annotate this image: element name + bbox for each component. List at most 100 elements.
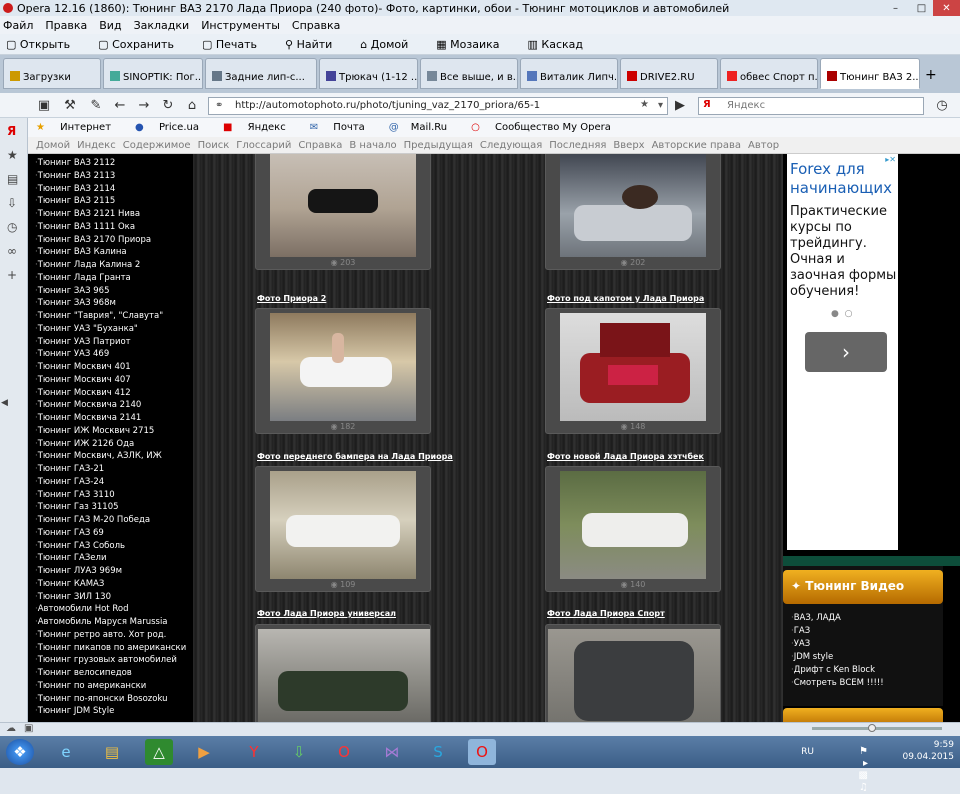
category-link[interactable]: Тюнинг ЗАЗ 965	[28, 285, 193, 298]
tab-tryukach[interactable]: Трюкач (1-12 ...	[319, 58, 418, 89]
tab-vitalik[interactable]: Виталик Липч...	[520, 58, 618, 89]
notes-panel-icon[interactable]: ▤	[7, 172, 18, 186]
photo-card[interactable]: ◉ 182	[255, 308, 431, 434]
photo-card[interactable]: ◉ 148	[545, 308, 721, 434]
category-link[interactable]: Тюнинг велосипедов	[28, 667, 193, 680]
menu-help[interactable]: Справка	[292, 19, 340, 32]
category-link[interactable]: Тюнинг ВАЗ 2113	[28, 170, 193, 183]
category-link[interactable]: Тюнинг ГАЗ 69	[28, 527, 193, 540]
menu-edit[interactable]: Правка	[45, 19, 87, 32]
category-link[interactable]: Тюнинг ВАЗ 2114	[28, 183, 193, 196]
language-indicator[interactable]: RU	[801, 746, 814, 758]
history-panel-icon[interactable]: ◷	[7, 220, 17, 234]
bookmark-mail[interactable]: ✉ Почта	[310, 122, 377, 133]
photo-caption[interactable]: Фото новой Лада Приора хэтчбек	[547, 452, 704, 461]
nav-link-index[interactable]: Индекс	[77, 140, 116, 151]
adchoices-icon[interactable]: ▸✕	[885, 155, 896, 164]
category-link[interactable]: Тюнинг ИЖ Москвич 2715	[28, 425, 193, 438]
bookmark-mailru[interactable]: @ Mail.Ru	[389, 122, 459, 133]
photo-card[interactable]: ◉ 202	[545, 154, 721, 270]
photo-caption[interactable]: Фото под капотом у Лада Приора	[547, 294, 704, 303]
nav-link-search[interactable]: Поиск	[198, 140, 230, 151]
player-icon[interactable]: ▶	[190, 739, 218, 765]
home-icon[interactable]: ⌂	[184, 98, 200, 113]
menu-file[interactable]: Файл	[3, 19, 33, 32]
menu-tools[interactable]: Инструменты	[201, 19, 280, 32]
nav-link-contents[interactable]: Содержимое	[123, 140, 191, 151]
nav-link-next[interactable]: Следующая	[480, 140, 542, 151]
category-link[interactable]: Тюнинг ЗИЛ 130	[28, 591, 193, 604]
nav-link-glossary[interactable]: Глоссарий	[236, 140, 291, 151]
category-link[interactable]: Тюнинг ГАЗ-24	[28, 476, 193, 489]
video-link[interactable]: УАЗ	[791, 638, 884, 651]
dropdown-icon[interactable]: ▾	[658, 100, 663, 111]
nav-link-first[interactable]: В начало	[349, 140, 396, 151]
explorer-icon[interactable]: ▤	[98, 739, 126, 765]
category-link[interactable]: Тюнинг ЛУАЗ 969м	[28, 565, 193, 578]
tab-vse-vyshe[interactable]: Все выше, и в...	[420, 58, 518, 89]
nav-link-author[interactable]: Автор	[748, 140, 779, 151]
ad-next-button[interactable]: ›	[805, 332, 887, 372]
star-icon[interactable]: ★	[640, 99, 649, 110]
tab-downloads[interactable]: Загрузки	[3, 58, 101, 89]
category-link[interactable]: Тюнинг Москвич, АЗЛК, ИЖ	[28, 450, 193, 463]
photo-image[interactable]	[548, 629, 720, 722]
category-link[interactable]: Тюнинг ИЖ 2126 Ода	[28, 438, 193, 451]
downloader-icon[interactable]: ⇩	[285, 739, 313, 765]
skype-icon[interactable]: S	[424, 739, 452, 765]
category-link[interactable]: Автомобиль Маруся Marussia	[28, 616, 193, 629]
bookmark-internet[interactable]: ★ Интернет	[36, 122, 123, 133]
open-button[interactable]: ▢ Открыть	[6, 38, 84, 51]
bookmark-yandex[interactable]: ■ Яндекс	[223, 122, 298, 133]
category-link[interactable]: Тюнинг ГАЗ Соболь	[28, 540, 193, 553]
category-link[interactable]: Тюнинг ГАЗели	[28, 552, 193, 565]
collapse-arrow-icon[interactable]: ◀	[1, 398, 8, 408]
photo-image[interactable]	[560, 313, 706, 421]
category-link[interactable]: Тюнинг ВАЗ 2170 Приора	[28, 234, 193, 247]
category-link[interactable]: Тюнинг УАЗ 469	[28, 348, 193, 361]
menu-bookmarks[interactable]: Закладки	[134, 19, 190, 32]
cascade-button[interactable]: ▥ Каскад	[528, 38, 597, 51]
tile-button[interactable]: ▦ Мозаика	[436, 38, 513, 51]
photo-card[interactable]	[545, 624, 721, 722]
address-field[interactable]: ⚭ http://automotophoto.ru/photo/tjuning_…	[208, 97, 668, 115]
photo-image[interactable]	[560, 154, 706, 257]
bookmark-price[interactable]: ● Price.ua	[135, 122, 211, 133]
yandex-browser-icon[interactable]: Y	[240, 739, 268, 765]
photo-caption[interactable]: Фото Лада Приора универсал	[257, 609, 396, 618]
category-link[interactable]: Тюнинг ВАЗ 1111 Ока	[28, 221, 193, 234]
close-icon[interactable]: ✕	[933, 0, 960, 16]
photo-caption[interactable]: Фото переднего бампера на Лада Приора	[257, 452, 453, 461]
nav-link-up[interactable]: Вверх	[613, 140, 644, 151]
photo-caption[interactable]: Фото Приора 2	[257, 294, 326, 303]
nav-link-last[interactable]: Последняя	[549, 140, 606, 151]
video-link[interactable]: Дрифт с Ken Block	[791, 664, 884, 677]
category-link[interactable]: Тюнинг УАЗ Патриот	[28, 336, 193, 349]
category-link[interactable]: Тюнинг по американски	[28, 680, 193, 693]
find-button[interactable]: ⚲ Найти	[285, 38, 346, 51]
category-link[interactable]: Тюнинг "Таврия", "Славута"	[28, 310, 193, 323]
category-link[interactable]: Тюнинг ретро авто. Хот род.	[28, 629, 193, 642]
view-icon[interactable]: ▣	[24, 723, 33, 734]
zoom-slider-handle[interactable]	[868, 724, 876, 732]
video-link[interactable]: ВАЗ, ЛАДА	[791, 612, 884, 625]
photo-image[interactable]	[258, 629, 430, 722]
yandex-panel-icon[interactable]: Я	[7, 124, 16, 138]
photo-image[interactable]	[270, 313, 416, 421]
cloud-icon[interactable]: ☁	[6, 723, 16, 734]
category-link[interactable]: Тюнинг ГАЗ М-20 Победа	[28, 514, 193, 527]
category-link[interactable]: Тюнинг Газ 31105	[28, 501, 193, 514]
opera-active-icon[interactable]: O	[468, 739, 496, 765]
photo-card[interactable]: ◉ 109	[255, 466, 431, 592]
category-link[interactable]: Тюнинг ВАЗ 2121 Нива	[28, 208, 193, 221]
save-button[interactable]: ▢ Сохранить	[98, 38, 188, 51]
bookmarks-panel-icon[interactable]: ★	[7, 148, 18, 162]
nav-link-help[interactable]: Справка	[298, 140, 342, 151]
wrench-icon[interactable]: ⚒	[62, 98, 78, 113]
photo-image[interactable]	[270, 154, 416, 257]
category-link[interactable]: Автомобили Hot Rod	[28, 603, 193, 616]
speed-icon[interactable]: ◷	[934, 98, 950, 113]
category-link[interactable]: Тюнинг Москвича 2140	[28, 399, 193, 412]
category-link[interactable]: Тюнинг ВАЗ 2112	[28, 157, 193, 170]
search-engine-logo[interactable]: Я	[703, 99, 711, 110]
